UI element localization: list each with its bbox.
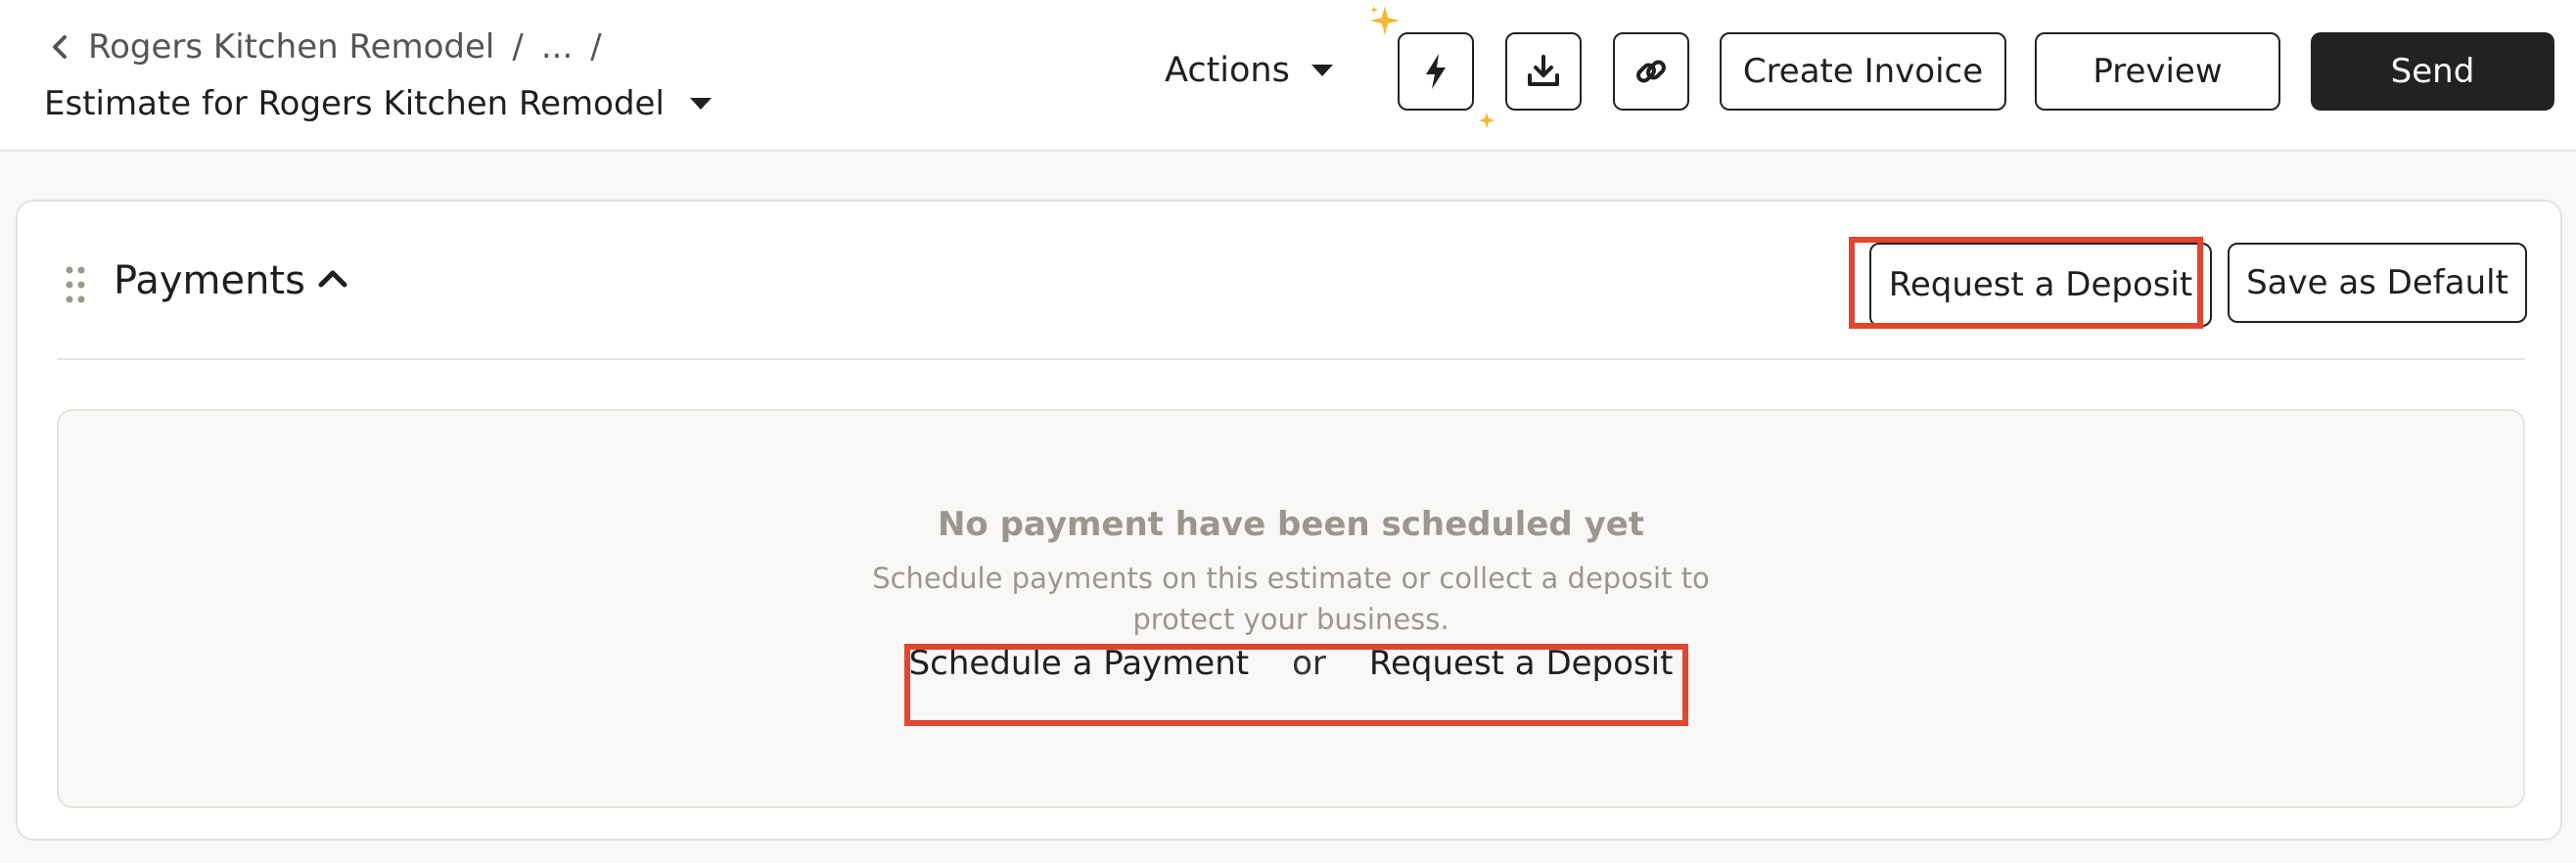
highlight-box [904,644,1688,726]
payments-section-title: Payments [114,258,305,303]
chevron-left-icon[interactable] [47,32,70,62]
breadcrumb-ellipsis[interactable]: ... [541,27,573,67]
empty-state: No payment have been scheduled yet Sched… [57,409,2525,808]
breadcrumb: Rogers Kitchen Remodel / ... / [47,27,602,67]
lightning-icon [1426,54,1446,89]
empty-state-title: No payment have been scheduled yet [937,505,1645,544]
chevron-up-icon[interactable] [316,266,349,290]
highlight-box [1849,237,2203,329]
send-button[interactable]: Send [2311,32,2554,111]
sparkle-icon [1479,113,1495,128]
copy-link-button[interactable] [1613,32,1689,111]
caret-down-icon [1311,65,1333,76]
sparkle-icon [1370,6,1400,35]
empty-state-description: Schedule payments on this estimate or co… [872,562,1710,636]
drag-handle-icon[interactable] [65,265,86,304]
breadcrumb-project-link[interactable]: Rogers Kitchen Remodel [88,27,494,67]
page-title-dropdown[interactable]: Estimate for Rogers Kitchen Remodel [44,84,712,123]
breadcrumb-separator: / [590,27,602,67]
lightning-button[interactable] [1398,32,1474,111]
link-icon [1636,60,1666,83]
top-header: Rogers Kitchen Remodel / ... / Estimate … [0,0,2576,152]
download-icon [1528,55,1559,86]
breadcrumb-separator: / [512,27,524,67]
actions-label: Actions [1165,51,1290,90]
actions-dropdown[interactable]: Actions [1165,51,1333,90]
divider [57,358,2525,360]
preview-button[interactable]: Preview [2035,32,2280,111]
download-button[interactable] [1505,32,1582,111]
caret-down-icon [689,98,712,110]
page-title: Estimate for Rogers Kitchen Remodel [44,84,665,123]
save-as-default-button[interactable]: Save as Default [2228,243,2527,323]
payments-card: Payments Request a Deposit Save as Defau… [16,200,2562,840]
create-invoice-button[interactable]: Create Invoice [1720,32,2006,111]
